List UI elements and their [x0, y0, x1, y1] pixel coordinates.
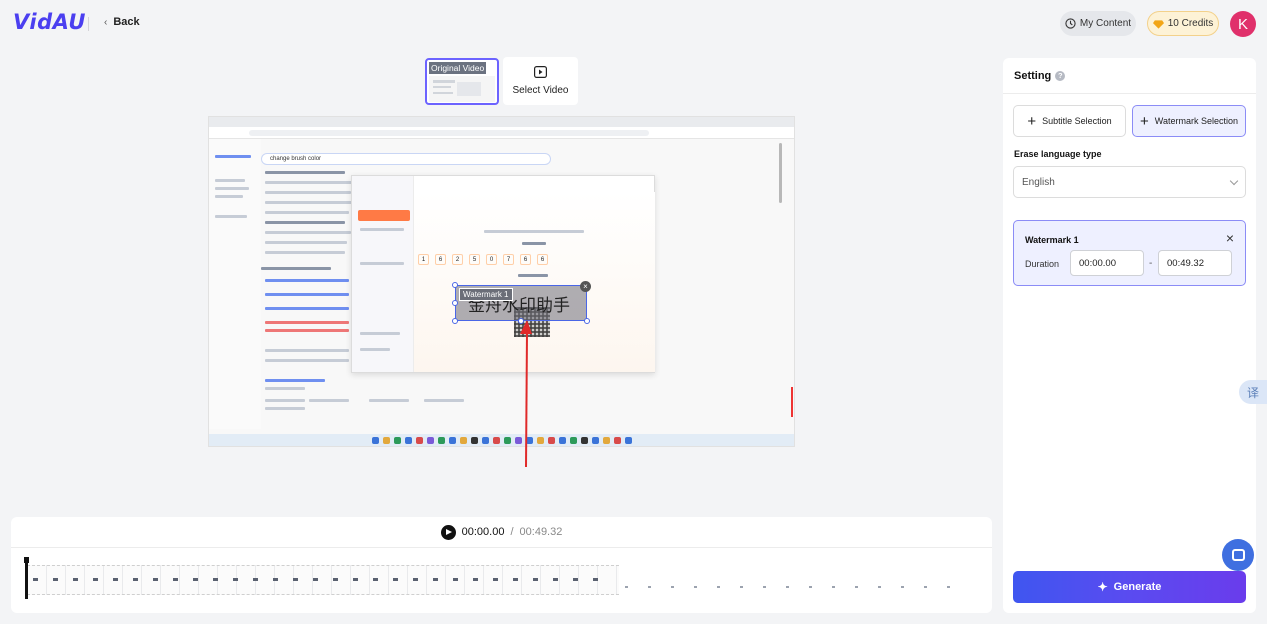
preview-browser-tabs	[209, 117, 794, 127]
preview-code-digits: 1 6 2 5 0 7 6 6	[418, 254, 548, 265]
chat-support-button[interactable]	[1222, 539, 1254, 571]
original-video-thumbnail	[429, 76, 495, 102]
original-video-label: Original Video	[429, 62, 487, 74]
preview-search-box: change brush color	[261, 153, 551, 165]
timeline-frames	[27, 565, 619, 595]
resize-handle[interactable]	[452, 318, 458, 324]
watermark-selection-label: Watermark Selection	[1154, 116, 1238, 126]
top-header: VidAU ‹ Back My Content 10 Credits K	[0, 0, 1267, 48]
video-preview[interactable]: change brush color 1 6 2 5 0 7 6 6 金舟水印助…	[208, 116, 795, 447]
watermark-selection-button[interactable]: + Watermark Selection	[1132, 105, 1246, 137]
sparkle-icon: ✦	[1097, 580, 1108, 594]
annotation-arrow-up	[520, 320, 532, 468]
vidau-logo[interactable]: VidAU	[13, 10, 86, 34]
chat-icon	[1231, 549, 1245, 561]
language-value: English	[1022, 176, 1055, 188]
subtitle-selection-button[interactable]: + Subtitle Selection	[1013, 105, 1126, 137]
translate-icon[interactable]: 译	[1239, 380, 1267, 404]
generate-button[interactable]: ✦ Generate	[1013, 571, 1246, 603]
remove-watermark-icon[interactable]: ×	[580, 281, 591, 292]
watermark-card: Watermark 1 × Duration -	[1013, 220, 1246, 286]
credits-label: 10 Credits	[1167, 18, 1214, 29]
credits-button[interactable]: 10 Credits	[1147, 11, 1219, 36]
start-time-input[interactable]	[1070, 250, 1144, 276]
preview-app-sidebar	[352, 176, 414, 372]
select-video-tab[interactable]: Select Video	[503, 57, 578, 105]
settings-panel: Setting ? + Subtitle Selection + Waterma…	[1003, 58, 1256, 613]
preview-app-main	[414, 192, 655, 372]
my-content-label: My Content	[1079, 18, 1132, 29]
clock-icon	[1065, 18, 1076, 29]
timeline-track[interactable]	[24, 557, 975, 599]
my-content-button[interactable]: My Content	[1060, 11, 1136, 36]
playback-controls: 00:00.00 / 00:49.32	[11, 517, 992, 548]
watermark-selection-box[interactable]: 金舟水印助手 Watermark 1 ×	[452, 281, 591, 324]
preview-address-bar	[209, 127, 794, 139]
select-video-label: Select Video	[512, 85, 569, 96]
preview-red-mark	[791, 387, 793, 417]
back-button[interactable]: ‹ Back	[104, 16, 140, 28]
preview-taskbar	[209, 434, 794, 446]
resize-handle[interactable]	[452, 282, 458, 288]
total-duration: 00:49.32	[519, 526, 563, 538]
chevron-left-icon: ‹	[104, 16, 108, 28]
preview-scrollbar	[779, 143, 782, 203]
close-icon[interactable]: ×	[1226, 230, 1234, 246]
settings-header: Setting ?	[1003, 58, 1256, 94]
end-time-input[interactable]	[1158, 250, 1232, 276]
resize-handle[interactable]	[452, 300, 458, 306]
duration-label: Duration	[1025, 259, 1060, 269]
settings-title: Setting	[1014, 69, 1052, 82]
preview-left-column	[209, 139, 261, 429]
timeline-empty-track	[625, 586, 965, 588]
back-label: Back	[113, 16, 140, 28]
header-divider	[88, 17, 89, 31]
subtitle-selection-label: Subtitle Selection	[1042, 116, 1112, 126]
plus-icon: +	[1140, 112, 1149, 130]
current-time: 00:00.00	[461, 526, 505, 538]
user-avatar[interactable]: K	[1230, 11, 1256, 37]
language-select[interactable]: English	[1013, 166, 1246, 198]
play-icon[interactable]	[440, 524, 456, 540]
help-icon[interactable]: ?	[1055, 70, 1066, 81]
timeline-playhead[interactable]	[24, 557, 29, 599]
timeline-panel: 00:00.00 / 00:49.32	[11, 517, 992, 613]
diamond-icon	[1152, 19, 1164, 29]
watermark-card-title: Watermark 1	[1025, 235, 1079, 245]
preview-app-window: 1 6 2 5 0 7 6 6	[351, 175, 655, 373]
resize-handle[interactable]	[584, 318, 590, 324]
erase-language-label: Erase language type	[1014, 149, 1102, 159]
video-play-icon	[534, 66, 547, 78]
plus-icon: +	[1027, 112, 1037, 130]
duration-dash: -	[1149, 258, 1153, 269]
watermark-tag: Watermark 1	[459, 288, 513, 301]
chevron-down-icon	[1229, 176, 1239, 185]
time-separator: /	[510, 526, 514, 538]
generate-label: Generate	[1113, 581, 1162, 593]
original-video-tab[interactable]: Original Video	[425, 58, 499, 105]
